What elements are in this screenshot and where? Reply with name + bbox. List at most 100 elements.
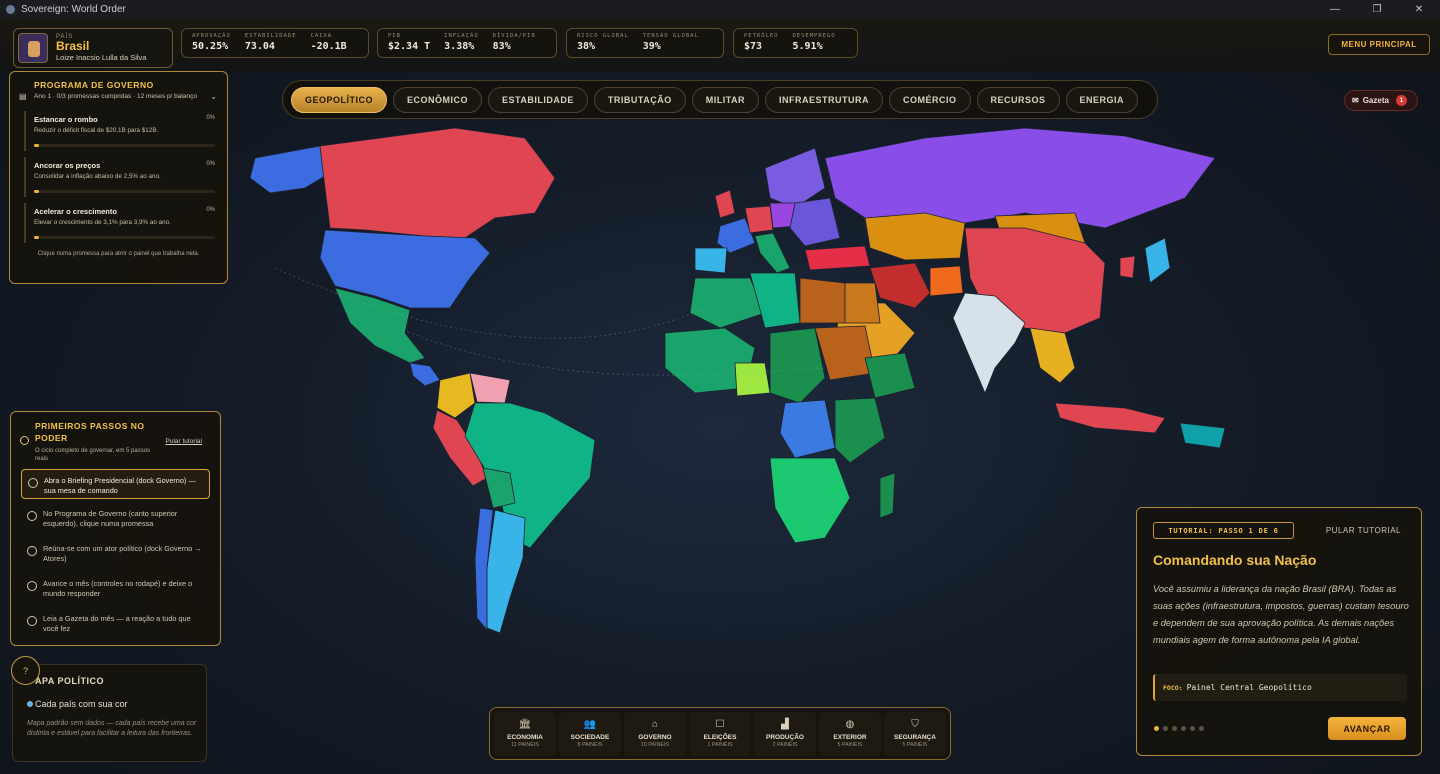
window-controls: — ❐ ✕	[1314, 0, 1440, 18]
dock-eleicoes[interactable]: ☐ ELEIÇÕES 1 PAINÉIS	[689, 711, 751, 756]
skip-tutorial-link[interactable]: Pular tutorial	[166, 438, 203, 445]
bottom-dock: 🏛 ECONOMIA 11 PAINÉIS 👥 SOCIEDADE 8 PAINÉIS …	[489, 707, 951, 760]
dock-label: ELEIÇÕES	[703, 734, 737, 741]
country-name: Brasil	[56, 39, 90, 53]
stat-oil: PETRÓLEO $73	[744, 33, 779, 52]
tab-economico[interactable]: ECONÔMICO	[393, 86, 483, 113]
map-country-kazakhstan	[864, 212, 966, 261]
maximize-button[interactable]: ❐	[1356, 0, 1398, 18]
map-country-uk	[714, 189, 736, 219]
map-country-turkey	[804, 245, 871, 271]
promise-title: Acelerar o crescimento	[34, 207, 117, 216]
dock-count: 5 PAINÉIS	[837, 742, 863, 748]
stat-gdp: PIB $2.34 T	[388, 33, 431, 52]
map-mode-title: APA POLÍTICO	[35, 676, 104, 686]
dock-count: 10 PAINÉIS	[641, 742, 669, 748]
globe-icon: ◍	[845, 719, 855, 730]
tutorial-focus: FOCO: Painel Central Geopolítico	[1153, 674, 1407, 701]
tab-comercio[interactable]: COMÉRCIO	[889, 86, 971, 113]
dock-count: 11 PAINÉIS	[511, 742, 539, 748]
dock-count: 2 PAINÉIS	[772, 742, 798, 748]
stats-group-global: RISCO GLOBAL 38% TENSÃO GLOBAL 39%	[566, 28, 724, 58]
leader-name: Loize Inacsio Lulla da Silva	[56, 53, 147, 62]
advance-button[interactable]: AVANÇAR	[1328, 717, 1406, 740]
panel-title: PRIMEIROS PASSOS NO PODER	[35, 421, 145, 443]
map-country-italy	[754, 232, 791, 274]
dock-seguranca[interactable]: ⛉ SEGURANÇA 5 PAINÉIS	[884, 711, 946, 756]
map-country-japan	[1144, 237, 1171, 284]
document-icon: ▤	[19, 92, 27, 101]
skip-tutorial-button[interactable]: PULAR TUTORIAL	[1326, 526, 1401, 535]
dock-economia[interactable]: 🏛 ECONOMIA 11 PAINÉIS	[494, 711, 556, 756]
shield-icon: ⛉	[911, 719, 919, 730]
promise-percent: 0%	[206, 115, 215, 121]
tutorial-card: TUTORIAL: PASSO 1 DE 6 PULAR TUTORIAL Co…	[1136, 507, 1422, 756]
map-country-ethiopia	[864, 352, 916, 399]
map-country-egypt	[844, 282, 881, 324]
gazeta-button[interactable]: ✉ Gazeta 1	[1344, 90, 1418, 111]
map-country-southern-africa	[769, 457, 851, 544]
tutorial-step[interactable]: Avance o mês (controles no rodapé) e dei…	[21, 573, 210, 608]
stat-unemployment: DESEMPREGO 5.91%	[792, 33, 836, 52]
tab-militar[interactable]: MILITAR	[691, 86, 760, 113]
map-country-east-africa	[834, 397, 886, 464]
dock-label: GOVERNO	[638, 734, 672, 741]
dock-exterior[interactable]: ◍ EXTERIOR 5 PAINÉIS	[819, 711, 881, 756]
government-program-header[interactable]: ▤ PROGRAMA DE GOVERNO Ano 1 · 0/3 promes…	[10, 72, 227, 105]
dock-producao[interactable]: ▟ PRODUÇÃO 2 PAINÉIS	[754, 711, 816, 756]
tutorial-step-chip: TUTORIAL: PASSO 1 DE 6	[1153, 522, 1294, 539]
map-country-libya	[799, 277, 846, 324]
promise-progress-fill	[34, 144, 40, 147]
promise-item[interactable]: Acelerar o crescimento Elevar o crescime…	[24, 203, 219, 243]
tutorial-body: Você assumiu a liderança da nação Brasil…	[1153, 584, 1409, 645]
dock-label: SOCIEDADE	[570, 734, 610, 741]
tutorial-progress-dots	[1154, 726, 1204, 731]
minimize-button[interactable]: —	[1314, 0, 1356, 18]
main-menu-button[interactable]: MENU PRINCIPAL	[1328, 34, 1430, 55]
map-mode-option[interactable]: Cada país com sua cor	[27, 699, 128, 709]
dock-sociedade[interactable]: 👥 SOCIEDADE 8 PAINÉIS	[559, 711, 621, 756]
tab-recursos[interactable]: RECURSOS	[976, 86, 1060, 113]
factory-icon: ▟	[781, 719, 789, 730]
progress-dot	[1199, 726, 1204, 731]
stat-cash: CAIXA -20.1B	[310, 33, 347, 52]
map-country-germany	[744, 205, 774, 234]
world-map[interactable]	[225, 118, 1235, 653]
panel-hint: Clique numa promessa para abrir o painel…	[37, 251, 200, 257]
map-mode-desc: Mapa padrão sem dados — cada país recebe…	[27, 720, 197, 737]
promise-desc: Reduzir o déficit fiscal de $20,1B para …	[34, 127, 159, 134]
map-country-iran	[869, 262, 931, 309]
window-title: Sovereign: World Order	[21, 3, 126, 15]
category-tabs: GEOPOLÍTICO ECONÔMICO ESTABILIDADE TRIBU…	[282, 80, 1158, 119]
map-country-venezuela	[469, 372, 511, 404]
tab-geopolitico[interactable]: GEOPOLÍTICO	[291, 86, 388, 113]
map-country-scandinavia	[764, 147, 826, 209]
dock-governo[interactable]: ⌂ GOVERNO 10 PAINÉIS	[624, 711, 686, 756]
stat-global-tension: TENSÃO GLOBAL 39%	[642, 33, 699, 52]
tutorial-step[interactable]: Reúna-se com um ator político (dock Gove…	[21, 538, 210, 573]
dock-label: SEGURANÇA	[894, 734, 936, 741]
first-steps-panel: PRIMEIROS PASSOS NO PODER O ciclo comple…	[10, 411, 221, 646]
tab-estabilidade[interactable]: ESTABILIDADE	[488, 86, 588, 113]
chevron-down-icon[interactable]: ⌄	[210, 92, 217, 101]
tab-energia[interactable]: ENERGIA	[1065, 86, 1139, 113]
promise-title: Ancorar os preços	[34, 161, 101, 170]
promise-progress	[34, 190, 215, 193]
close-button[interactable]: ✕	[1398, 0, 1440, 18]
stat-stability: ESTABILIDADE 73.04	[244, 33, 297, 52]
help-icon[interactable]: ?	[11, 656, 40, 685]
promise-desc: Consolidar a inflação abaixo de 2,5% ao …	[34, 173, 161, 180]
country-card[interactable]: PAÍS Brasil Loize Inacsio Lulla da Silva	[13, 28, 173, 68]
tutorial-step[interactable]: Abra o Briefing Presidencial (dock Gover…	[21, 469, 210, 499]
stat-inflation: INFLAÇÃO 3.38%	[444, 33, 479, 52]
progress-dot	[1163, 726, 1168, 731]
promise-item[interactable]: Ancorar os preços Consolidar a inflação …	[24, 157, 219, 197]
promise-item[interactable]: Estancar o rombo Reduzir o déficit fisca…	[24, 111, 219, 151]
tutorial-step[interactable]: Leia a Gazeta do mês — a reação a tudo q…	[21, 608, 210, 643]
progress-dot	[1154, 726, 1159, 731]
tab-infraestrutura[interactable]: INFRAESTRUTURA	[765, 86, 884, 113]
tab-tributacao[interactable]: TRIBUTAÇÃO	[593, 86, 686, 113]
panel-subtitle: Ano 1 · 0/3 promessas cumpridas · 12 mes…	[34, 93, 197, 100]
dock-label: ECONOMIA	[507, 734, 543, 741]
tutorial-step[interactable]: No Programa de Governo (canto superior e…	[21, 503, 210, 538]
